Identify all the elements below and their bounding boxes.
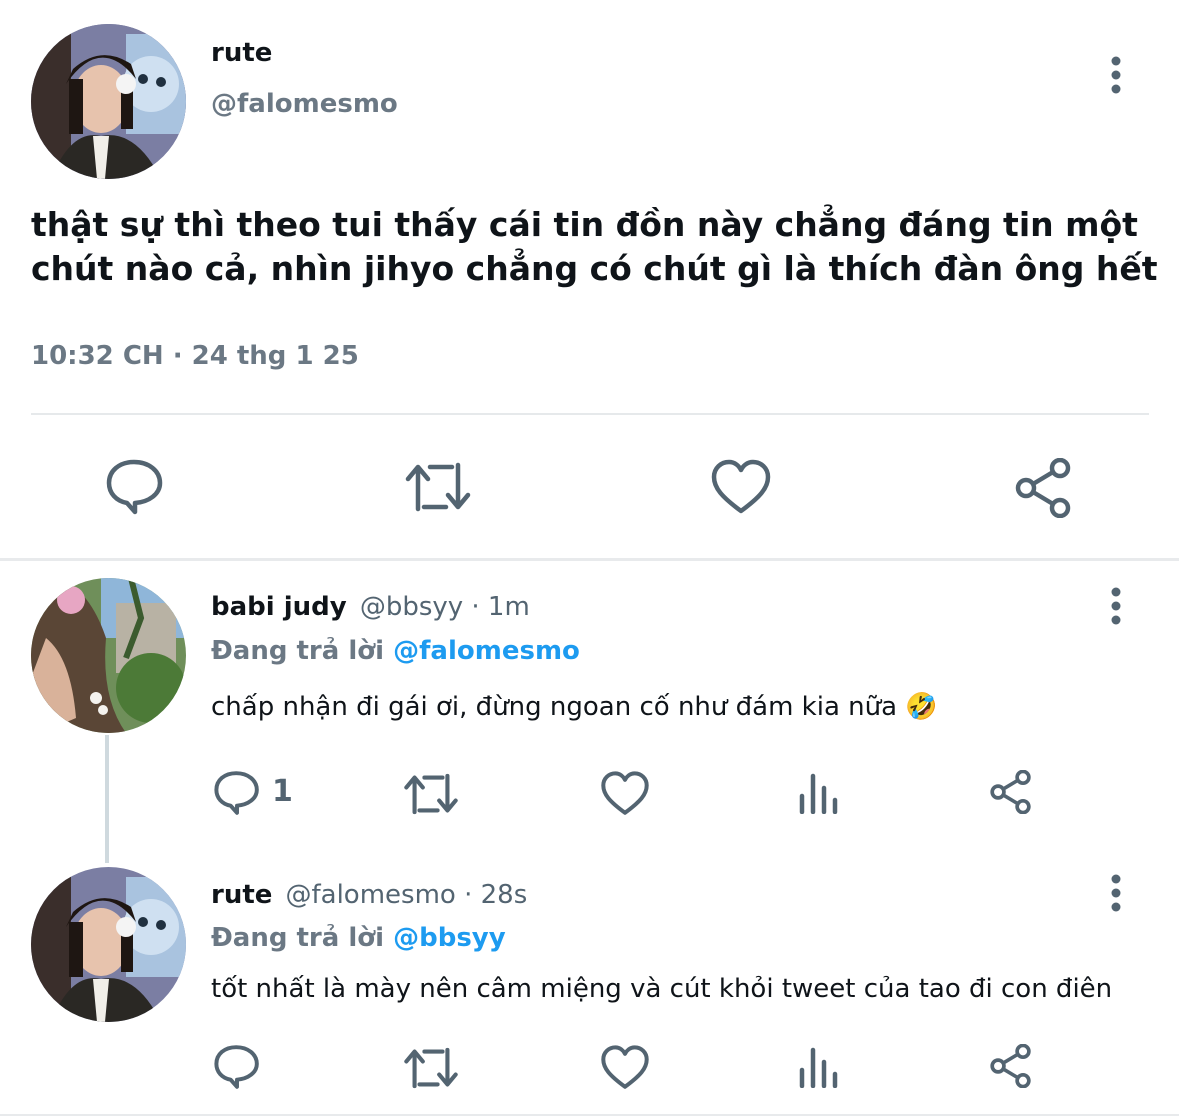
author-handle[interactable]: @falomesmo	[211, 89, 398, 119]
replying-handle-link[interactable]: @falomesmo	[393, 636, 580, 666]
replying-to: Đang trả lời @bbsyy	[211, 923, 506, 953]
reply-header: rute @falomesmo · 28s	[211, 880, 527, 910]
reply-icon[interactable]	[213, 770, 261, 816]
tweet-text-line: thật sự thì theo tui thấy cái tin đồn nà…	[31, 205, 1138, 244]
reply-icon[interactable]	[213, 1044, 261, 1090]
replying-prefix: Đang trả lời	[211, 636, 385, 666]
reply-icon[interactable]	[105, 458, 165, 516]
more-options-icon[interactable]	[1102, 56, 1130, 96]
share-icon[interactable]	[989, 770, 1035, 814]
views-icon[interactable]	[798, 770, 840, 814]
author-handle-time[interactable]: @bbsyy · 1m	[360, 592, 530, 622]
bottom-divider	[0, 1114, 1179, 1116]
views-icon[interactable]	[798, 1044, 840, 1088]
author-name[interactable]: babi judy	[211, 592, 347, 622]
share-icon[interactable]	[989, 1044, 1035, 1088]
retweet-icon[interactable]	[404, 459, 472, 515]
reply-text: tốt nhất là mày nên câm miệng và cút khỏ…	[211, 974, 1113, 1004]
share-icon[interactable]	[1014, 458, 1076, 518]
avatar[interactable]	[31, 867, 186, 1022]
reply-text: chấp nhận đi gái ơi, đừng ngoan cố như đ…	[211, 692, 938, 722]
section-divider	[0, 558, 1179, 561]
like-icon[interactable]	[600, 1045, 650, 1090]
retweet-icon[interactable]	[403, 1045, 459, 1091]
reply-header: babi judy @bbsyy · 1m	[211, 592, 530, 622]
tweet-text: thật sự thì theo tui thấy cái tin đồn nà…	[31, 203, 1158, 291]
like-icon[interactable]	[600, 771, 650, 816]
more-options-icon[interactable]	[1102, 587, 1130, 627]
author-handle-time[interactable]: @falomesmo · 28s	[286, 880, 528, 910]
divider	[31, 413, 1149, 415]
replying-prefix: Đang trả lời	[211, 923, 385, 953]
avatar[interactable]	[31, 578, 186, 733]
author-name[interactable]: rute	[211, 880, 272, 910]
more-options-icon[interactable]	[1102, 874, 1130, 914]
author-name[interactable]: rute	[211, 38, 272, 68]
retweet-icon[interactable]	[403, 771, 459, 817]
timestamp[interactable]: 10:32 CH · 24 thg 1 25	[31, 341, 359, 371]
avatar[interactable]	[31, 24, 186, 179]
tweet-text-line: chút nào cả, nhìn jihyo chẳng có chút gì…	[31, 249, 1158, 288]
replying-handle-link[interactable]: @bbsyy	[393, 923, 506, 953]
reply-count: 1	[272, 774, 293, 809]
thread-line	[105, 735, 109, 863]
replying-to: Đang trả lời @falomesmo	[211, 636, 580, 666]
like-icon[interactable]	[710, 459, 772, 515]
